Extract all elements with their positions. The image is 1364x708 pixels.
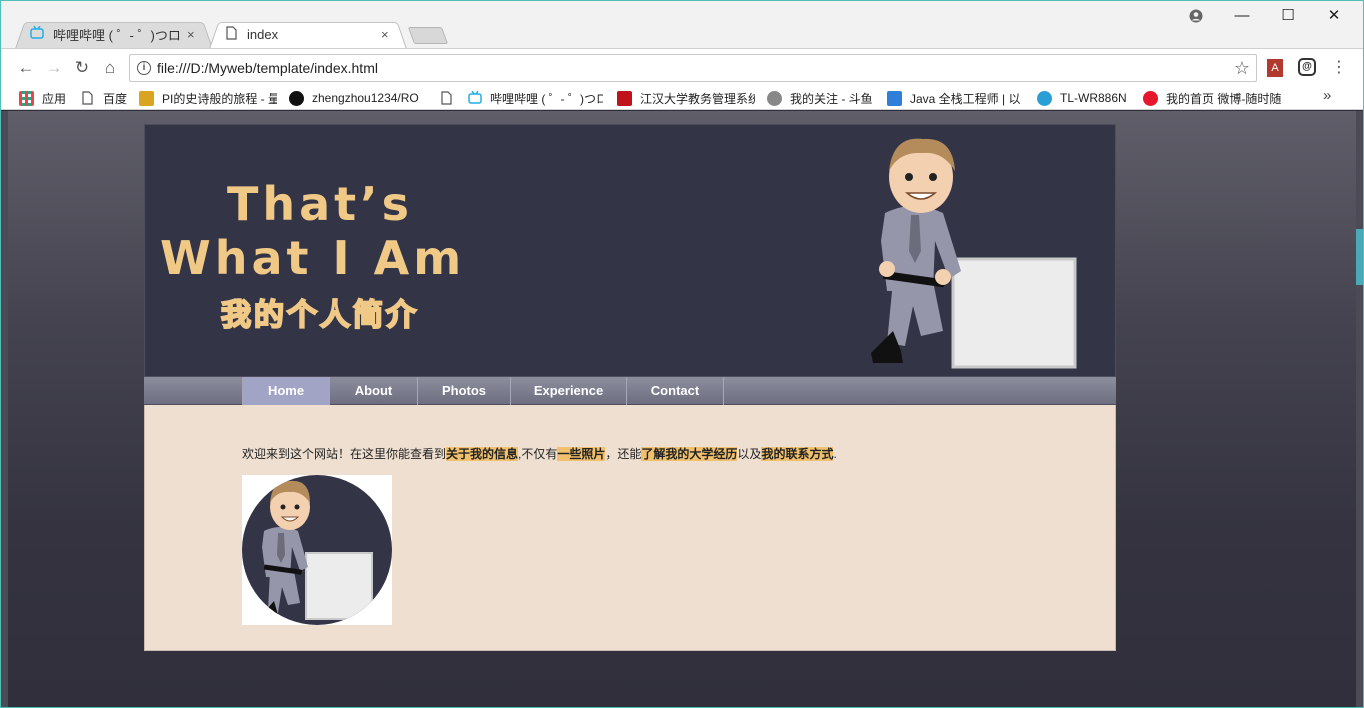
douyu-icon	[767, 90, 782, 106]
url-text[interactable]: file:///D:/Myweb/template/index.html	[157, 60, 378, 76]
intro-paragraph: 欢迎来到这个网站！在这里你能查看到关于我的信息,不仅有一些照片，还能了解我的大学…	[242, 445, 837, 462]
bookmark-java[interactable]: Java 全栈工程师 | 以	[887, 89, 1027, 107]
address-bar[interactable]: i file:///D:/Myweb/template/index.html ☆	[129, 54, 1257, 82]
bookmark-baidu[interactable]: 百度	[80, 89, 127, 107]
bookmark-label: PI的史诗般的旅程 - 量	[162, 91, 277, 106]
nav-experience[interactable]: Experience	[511, 377, 627, 405]
page-viewport[interactable]: That’s What I Am 我的个人简介 Home About Photo…	[1, 111, 1363, 707]
back-icon[interactable]: ←	[15, 58, 37, 80]
tab-close-icon[interactable]: ×	[187, 27, 199, 42]
profile-icon[interactable]	[1181, 5, 1211, 27]
profile-photo	[242, 475, 392, 625]
maximize-icon[interactable]: ☐	[1273, 5, 1303, 27]
bookmark-tplink[interactable]: TL-WR886N	[1037, 89, 1137, 107]
site-nav: Home About Photos Experience Contact	[144, 377, 1116, 405]
minimize-icon[interactable]: —	[1227, 5, 1257, 27]
bookmark-label: zhengzhou1234/RO	[312, 91, 419, 105]
document-icon	[223, 25, 239, 43]
bookmark-label: 江汉大学教务管理系统	[640, 91, 755, 106]
nav-about[interactable]: About	[330, 377, 418, 405]
bookmark-label: TL-WR886N	[1060, 91, 1127, 105]
bookmark-label: 我的关注 - 斗鱼	[790, 91, 873, 106]
star-icon[interactable]: ☆	[1234, 58, 1250, 79]
bookmark-pi-icon	[139, 90, 154, 106]
nav-home[interactable]: Home	[242, 377, 330, 405]
nav-contact[interactable]: Contact	[627, 377, 724, 405]
tab-bilibili[interactable]: 哔哩哔哩 ( ゜- ゜)つロ 干杯 ×	[15, 19, 213, 49]
pdf-extension-icon[interactable]: A	[1267, 59, 1283, 77]
scrollbar-handle[interactable]	[1356, 229, 1363, 285]
header-banner: That’s What I Am 我的个人简介	[144, 124, 1116, 377]
tab-title: 哔哩哔哩 ( ゜- ゜)つロ 干杯	[53, 27, 181, 43]
bookmark-label: 我的首页 微博-随时随	[1166, 91, 1282, 106]
apps-icon	[19, 90, 34, 106]
intro-highlight-contact: 我的联系方式	[761, 447, 834, 461]
bookmark-pi[interactable]: PI的史诗般的旅程 - 量	[139, 89, 277, 107]
page-container: That’s What I Am 我的个人简介 Home About Photo…	[144, 124, 1116, 651]
tab-index[interactable]: index ×	[209, 19, 407, 49]
home-icon[interactable]: ⌂	[99, 58, 121, 80]
cartoon-man-illustration	[871, 138, 1077, 369]
bookmark-douyu[interactable]: 我的关注 - 斗鱼	[767, 89, 879, 107]
info-icon[interactable]: i	[137, 61, 151, 75]
document-icon	[80, 90, 95, 106]
intro-highlight-experience: 了解我的大学经历	[641, 447, 738, 461]
title-bar: 哔哩哔哩 ( ゜- ゜)つロ 干杯 × index × — ☐ ✕	[1, 1, 1363, 49]
bookmark-bilibili[interactable]: 哔哩哔哩 ( ゜- ゜)つロ	[467, 89, 603, 107]
bookmark-github[interactable]: zhengzhou1234/RO	[289, 89, 427, 107]
intro-text: ,不仅有	[518, 447, 558, 461]
tab-close-icon[interactable]: ×	[381, 27, 393, 42]
browser-window: 哔哩哔哩 ( ゜- ゜)つロ 干杯 × index × — ☐ ✕ ← → ↻ …	[0, 0, 1364, 708]
tab-title: index	[247, 26, 279, 42]
java-icon	[887, 90, 902, 106]
profile-photo-circle	[242, 475, 392, 625]
bookmarks-bar: 应用 百度 PI的史诗般的旅程 - 量 zhengzhou1234/RO 哔哩哔…	[1, 86, 1363, 110]
bookmark-document[interactable]	[439, 89, 459, 107]
tplink-icon	[1037, 90, 1052, 106]
cartoon-man-thumbnail	[260, 480, 373, 621]
main-content: 欢迎来到这个网站！在这里你能查看到关于我的信息,不仅有一些照片，还能了解我的大学…	[144, 405, 1116, 651]
forward-icon[interactable]: →	[43, 58, 65, 80]
weibo-icon	[1143, 90, 1158, 106]
bookmark-weibo[interactable]: 我的首页 微博-随时随	[1143, 89, 1283, 107]
logo-title-line1: That’s	[227, 177, 414, 231]
intro-text: ，还能	[605, 447, 642, 461]
bookmark-label: 应用	[42, 91, 67, 106]
bilibili-icon	[29, 26, 45, 42]
intro-text: 欢迎来到这个网站！在这里你能查看到	[242, 447, 447, 461]
intro-highlight-photos: 一些照片	[557, 447, 606, 461]
bookmark-university[interactable]: 江汉大学教务管理系统	[617, 89, 755, 107]
document-icon	[439, 90, 454, 106]
sync-extension-icon[interactable]: @	[1298, 58, 1316, 76]
intro-text: .	[833, 447, 837, 461]
bookmark-apps[interactable]: 应用	[19, 89, 66, 107]
reload-icon[interactable]: ↻	[71, 58, 93, 80]
browser-toolbar: ← → ↻ ⌂ i file:///D:/Myweb/template/inde…	[1, 48, 1363, 86]
bookmark-label: 哔哩哔哩 ( ゜- ゜)つロ	[490, 91, 603, 106]
logo-title-line2: What I Am	[160, 231, 466, 285]
close-window-icon[interactable]: ✕	[1319, 5, 1349, 27]
bookmarks-overflow-icon[interactable]: »	[1323, 87, 1331, 104]
github-icon	[289, 90, 304, 106]
intro-highlight-about: 关于我的信息	[446, 447, 519, 461]
new-tab-button[interactable]	[407, 27, 449, 44]
university-icon	[617, 90, 632, 106]
bookmark-label: Java 全栈工程师 | 以	[910, 91, 1021, 106]
menu-icon[interactable]: ⋮	[1331, 57, 1347, 77]
logo-subtitle: 我的个人简介	[220, 298, 419, 333]
nav-photos[interactable]: Photos	[418, 377, 511, 405]
bookmark-label: 百度	[103, 91, 128, 106]
intro-text: 以及	[737, 447, 762, 461]
bilibili-icon	[467, 90, 482, 106]
